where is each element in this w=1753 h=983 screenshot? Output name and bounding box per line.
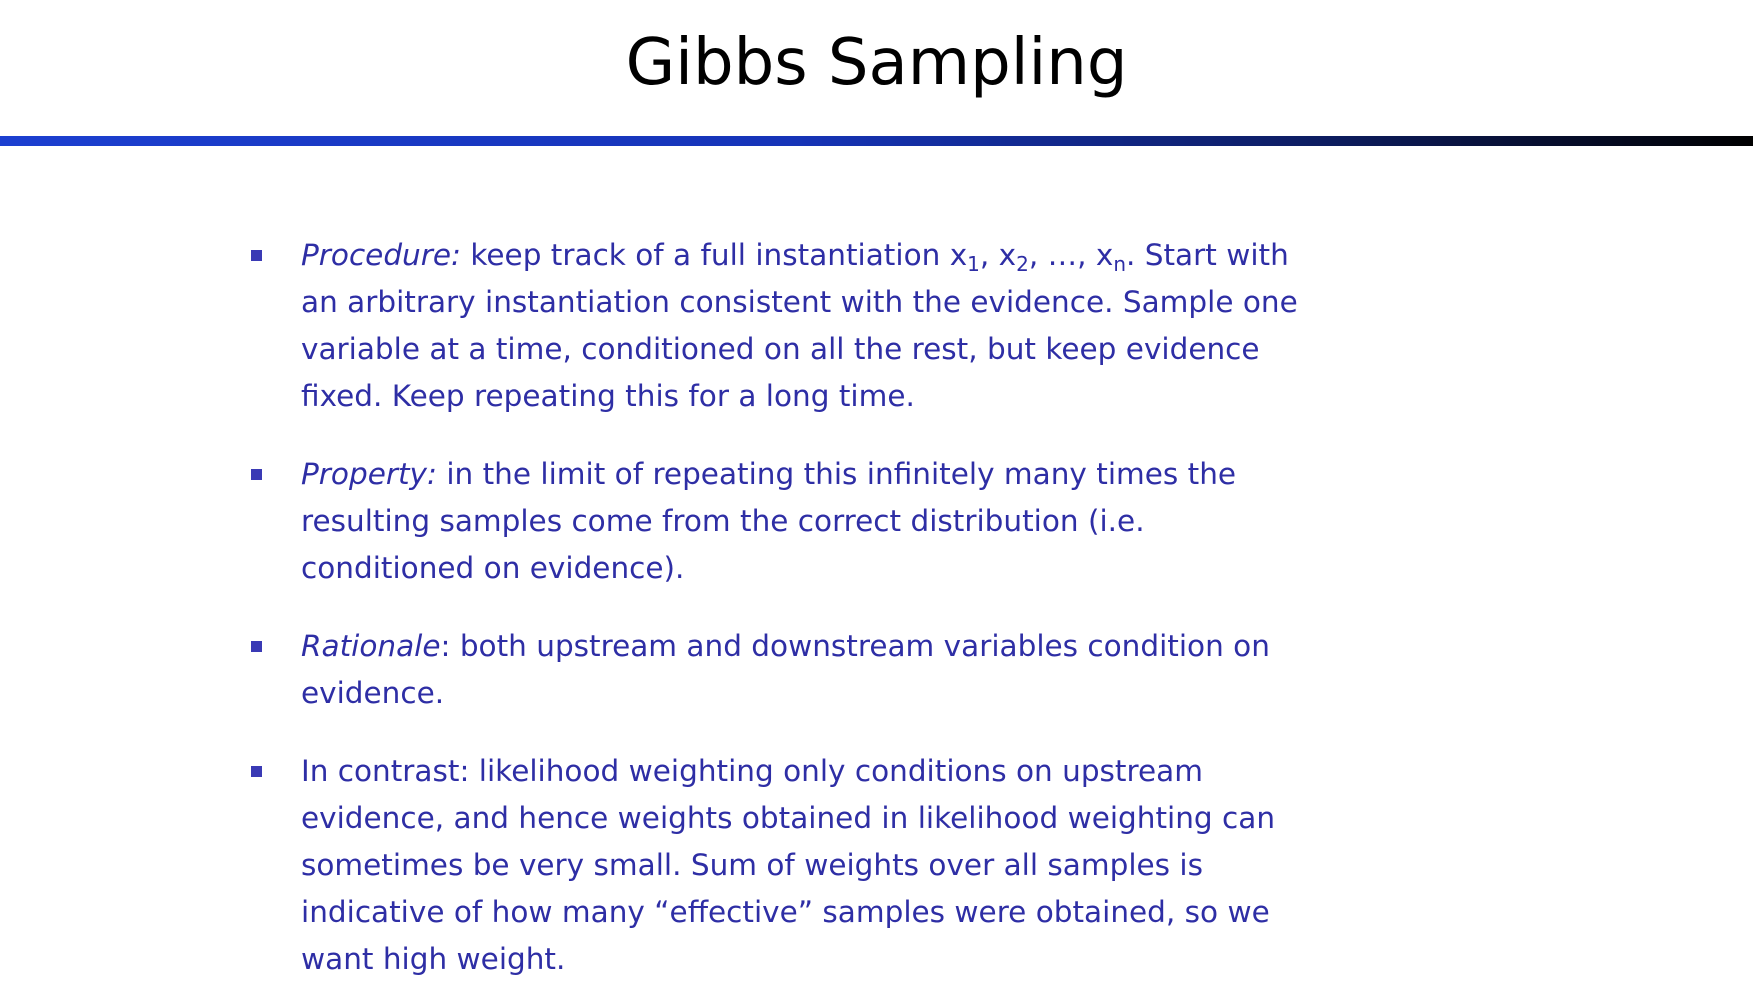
bullet-text: In contrast: likelihood weighting only c… [301,754,1276,976]
bullet-text: keep track of a full instantiation x [460,238,968,272]
bullet-list: Procedure: keep track of a full instanti… [248,232,1548,983]
square-bullet-icon [251,766,262,777]
bullet-text: , x [979,238,1017,272]
bullet-rationale: Rationale: both upstream and downstream … [248,623,1301,717]
bullet-contrast: In contrast: likelihood weighting only c… [248,748,1301,983]
bullet-text: : both upstream and downstream variables… [301,629,1270,710]
bullet-text: , …, x [1028,238,1114,272]
subscript: 1 [967,252,980,276]
square-bullet-icon [251,641,262,652]
bullet-text: in the limit of repeating this infinitel… [301,457,1237,585]
title-divider [0,136,1753,146]
bullet-procedure: Procedure: keep track of a full instanti… [248,232,1301,420]
square-bullet-icon [251,469,262,480]
bullet-term: Property: [301,457,437,491]
slide-title: Gibbs Sampling [625,26,1128,100]
subscript: n [1113,252,1126,276]
bullet-property: Property: in the limit of repeating this… [248,451,1301,592]
subscript: 2 [1016,252,1029,276]
bullet-term: Rationale [301,629,441,663]
bullet-term: Procedure: [301,238,461,272]
square-bullet-icon [251,250,262,261]
